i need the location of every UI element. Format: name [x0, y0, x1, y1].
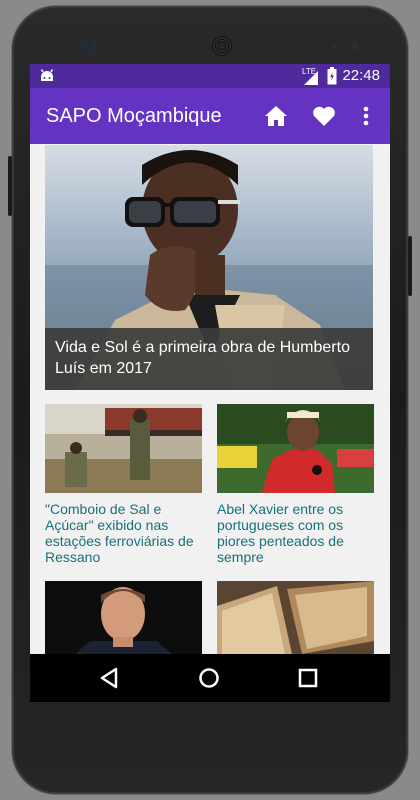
news-feed[interactable]: Vida e Sol é a primeira obra de Humberto…	[30, 144, 390, 654]
more-vert-icon[interactable]	[352, 102, 380, 130]
light-sensor	[352, 44, 358, 50]
status-time: 22:48	[342, 67, 380, 84]
volume-button	[408, 236, 412, 296]
article-thumbnail-portrait[interactable]	[45, 581, 202, 654]
article-thumbnail-train[interactable]	[45, 404, 202, 493]
article-thumbnail-bread[interactable]	[217, 581, 374, 654]
article-title[interactable]: Abel Xavier entre os portugueses com os …	[217, 501, 374, 565]
recents-icon[interactable]	[292, 662, 324, 694]
app-bar: SAPO Moçambique	[30, 88, 390, 144]
back-icon[interactable]	[94, 662, 126, 694]
lte-signal-icon	[304, 71, 318, 85]
proximity-sensor	[332, 44, 338, 50]
heart-icon[interactable]	[310, 102, 338, 130]
battery-icon	[327, 67, 337, 85]
navigation-bar	[30, 654, 390, 702]
front-camera	[83, 40, 95, 52]
article-title[interactable]: "Comboio de Sal e Açúcar" exibido nas es…	[45, 501, 202, 565]
featured-article[interactable]: Vida e Sol é a primeira obra de Humberto…	[45, 145, 373, 390]
app-title: SAPO Moçambique	[46, 105, 222, 127]
article-thumbnail-football[interactable]	[217, 404, 374, 493]
android-notification-icon	[40, 69, 54, 81]
status-bar: LTE 22:48	[30, 64, 390, 88]
featured-caption[interactable]: Vida e Sol é a primeira obra de Humberto…	[45, 328, 373, 390]
screen: LTE 22:48 SAPO Moçambique Vida e Sol é a…	[30, 64, 390, 702]
earpiece-speaker	[212, 36, 232, 56]
home-icon[interactable]	[262, 102, 290, 130]
home-circle-icon[interactable]	[193, 662, 225, 694]
power-button	[8, 156, 12, 216]
